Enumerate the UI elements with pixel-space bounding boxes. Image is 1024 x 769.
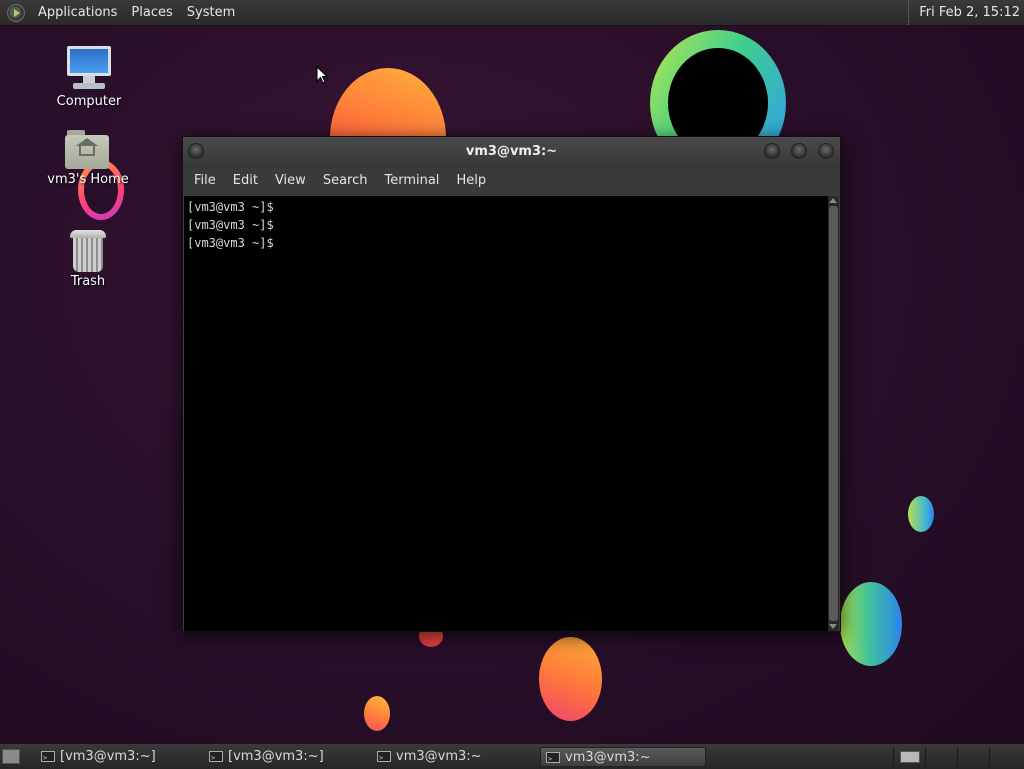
terminal-line: [vm3@vm3 ~]$ xyxy=(187,218,274,232)
terminal-output[interactable]: [vm3@vm3 ~]$ [vm3@vm3 ~]$ [vm3@vm3 ~]$ xyxy=(184,196,828,631)
terminal-icon xyxy=(546,749,560,766)
top-panel: Applications Places System Fri Feb 2, 15… xyxy=(0,0,1024,26)
menu-help[interactable]: Help xyxy=(449,167,493,195)
taskbar-button[interactable]: [vm3@vm3:~] xyxy=(36,747,202,767)
wallpaper-small-green-ball xyxy=(908,496,934,532)
terminal-icon xyxy=(41,748,55,767)
bottom-panel: [vm3@vm3:~] [vm3@vm3:~] vm3@vm3:~ vm3@vm… xyxy=(0,743,1024,769)
minimize-button[interactable] xyxy=(764,143,780,159)
desktop-icon-home[interactable]: vm3's Home xyxy=(43,130,133,187)
wallpaper-small-orange-ball xyxy=(364,696,390,731)
close-button[interactable] xyxy=(818,143,834,159)
window-title: vm3@vm3:~ xyxy=(465,144,558,159)
clock[interactable]: Fri Feb 2, 15:12 xyxy=(908,0,1024,25)
wallpaper-big-green-ball xyxy=(840,582,902,666)
menu-logo-icon[interactable] xyxy=(7,3,25,22)
desktop-icon-label: vm3's Home xyxy=(47,172,129,187)
terminal-menubar: File Edit View Search Terminal Help xyxy=(183,167,840,195)
workspace-4[interactable] xyxy=(989,747,1021,767)
terminal-scrollbar[interactable] xyxy=(828,196,839,631)
terminal-icon xyxy=(377,748,391,767)
scroll-up-arrow-icon[interactable] xyxy=(829,198,837,203)
desktop-icon-label: Trash xyxy=(70,274,106,289)
workspace-1[interactable] xyxy=(893,747,925,767)
scroll-down-arrow-icon[interactable] xyxy=(829,624,837,629)
system-menu[interactable]: System xyxy=(180,0,242,25)
places-menu[interactable]: Places xyxy=(124,0,179,25)
taskbar-button[interactable]: [vm3@vm3:~] xyxy=(204,747,370,767)
taskbar-button-label: [vm3@vm3:~] xyxy=(228,749,324,764)
desktop-icon-computer[interactable]: Computer xyxy=(44,46,134,109)
menu-search[interactable]: Search xyxy=(316,167,375,195)
menu-view[interactable]: View xyxy=(268,167,313,195)
applications-menu[interactable]: Applications xyxy=(31,0,124,25)
computer-icon xyxy=(65,46,113,92)
workspace-window-preview xyxy=(900,751,920,763)
menu-edit[interactable]: Edit xyxy=(226,167,265,195)
window-titlebar[interactable]: vm3@vm3:~ xyxy=(183,137,840,167)
trash-icon xyxy=(70,230,106,272)
terminal-window[interactable]: vm3@vm3:~ File Edit View Search Terminal… xyxy=(182,136,841,632)
terminal-icon xyxy=(209,748,223,767)
taskbar-button-label: [vm3@vm3:~] xyxy=(60,749,156,764)
menu-file[interactable]: File xyxy=(187,167,223,195)
desktop-icon-trash[interactable]: Trash xyxy=(43,230,133,289)
terminal-line: [vm3@vm3 ~]$ xyxy=(187,200,274,214)
scroll-thumb[interactable] xyxy=(829,206,838,621)
taskbar-button-label: vm3@vm3:~ xyxy=(565,750,651,765)
taskbar-button[interactable]: vm3@vm3:~ xyxy=(372,747,538,767)
taskbar-button-active[interactable]: vm3@vm3:~ xyxy=(540,747,706,767)
workspace-3[interactable] xyxy=(957,747,989,767)
wallpaper-orange-ball-bottom xyxy=(539,637,602,721)
menu-terminal[interactable]: Terminal xyxy=(377,167,446,195)
maximize-button[interactable] xyxy=(791,143,807,159)
terminal-line: [vm3@vm3 ~]$ xyxy=(187,236,274,250)
desktop-icon-label: Computer xyxy=(56,94,122,109)
workspace-2[interactable] xyxy=(925,747,957,767)
home-folder-icon xyxy=(65,130,111,170)
show-desktop-icon[interactable] xyxy=(2,749,20,764)
taskbar-button-label: vm3@vm3:~ xyxy=(396,749,482,764)
